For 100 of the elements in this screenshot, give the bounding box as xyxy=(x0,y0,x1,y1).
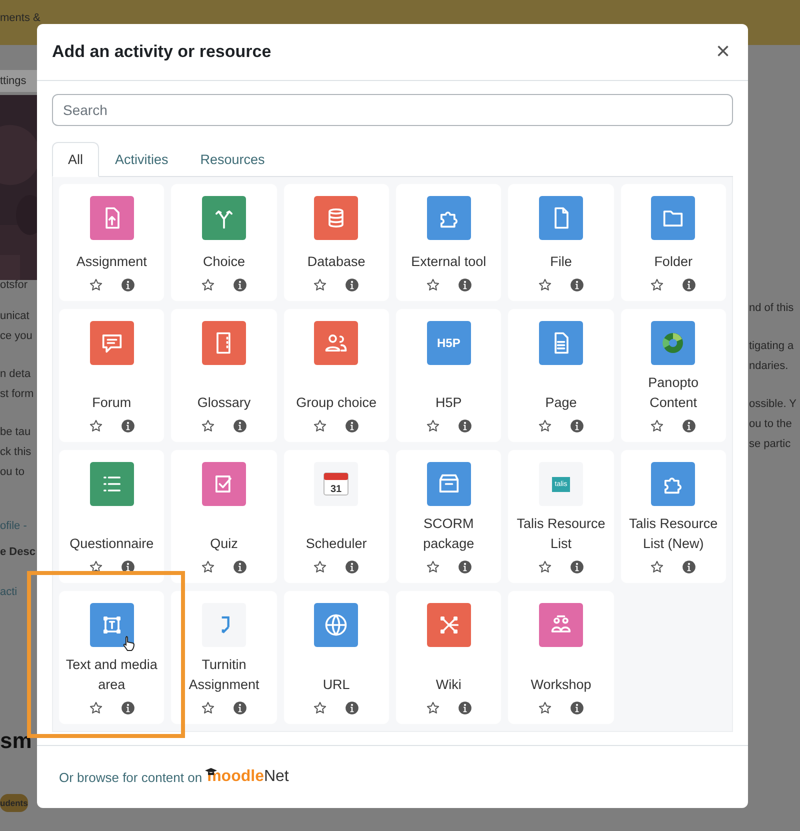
page-text: otsfor xyxy=(0,278,29,293)
activity-card[interactable]: Talis Resource List (New) xyxy=(620,450,726,583)
star-icon[interactable] xyxy=(650,560,664,574)
activity-card[interactable]: Workshop xyxy=(508,591,614,724)
info-icon[interactable] xyxy=(570,701,584,715)
star-icon[interactable] xyxy=(426,278,440,292)
info-icon[interactable] xyxy=(570,419,584,433)
page-text: ofile - xyxy=(0,519,28,534)
info-icon[interactable] xyxy=(120,278,135,292)
activity-name: Turnitin Assignment xyxy=(188,656,260,694)
star-icon[interactable] xyxy=(200,701,215,715)
activity-card[interactable]: Group choice xyxy=(284,309,389,442)
star-icon[interactable] xyxy=(650,278,664,292)
activity-name: External tool xyxy=(411,253,486,271)
info-icon[interactable] xyxy=(120,560,135,574)
info-icon[interactable] xyxy=(682,419,696,433)
tab[interactable]: Activities xyxy=(99,142,184,177)
info-icon[interactable] xyxy=(345,278,360,292)
activity-card[interactable]: Wiki xyxy=(396,591,502,724)
star-icon[interactable] xyxy=(88,560,103,574)
page-text: tigating a xyxy=(749,339,795,354)
activity-card[interactable]: Quiz xyxy=(171,450,277,583)
activity-card[interactable]: Text and media area xyxy=(59,591,164,724)
info-icon[interactable] xyxy=(232,701,247,715)
search-field[interactable]: Search xyxy=(52,94,733,126)
star-icon[interactable] xyxy=(538,419,552,433)
info-icon[interactable] xyxy=(570,278,584,292)
tab[interactable]: Resources xyxy=(184,142,281,177)
moodlenet-link[interactable]: moodleNet xyxy=(207,768,289,786)
activity-card[interactable]: External tool xyxy=(396,184,502,301)
page-text: ou to xyxy=(0,465,26,480)
star-icon[interactable] xyxy=(88,701,103,715)
activity-card[interactable]: Choice xyxy=(171,184,277,301)
info-icon[interactable] xyxy=(232,419,247,433)
star-icon[interactable] xyxy=(313,560,328,574)
page-text: ossible. Y xyxy=(749,397,798,412)
activity-name: Forum xyxy=(92,394,132,412)
activity-card[interactable]: Page xyxy=(508,309,614,442)
star-icon[interactable] xyxy=(426,560,440,574)
info-icon[interactable] xyxy=(570,560,584,574)
info-icon[interactable] xyxy=(345,419,360,433)
activity-name: Scheduler xyxy=(306,535,367,553)
activity-name: URL xyxy=(322,676,350,694)
page-text: ce you xyxy=(0,329,34,344)
info-icon[interactable] xyxy=(232,278,247,292)
star-icon[interactable] xyxy=(650,419,664,433)
activity-card[interactable]: Panopto Content xyxy=(620,309,726,442)
activity-card[interactable]: Folder xyxy=(620,184,726,301)
activity-card[interactable]: SCORM package xyxy=(396,450,502,583)
activity-name: Group choice xyxy=(296,394,376,412)
info-icon[interactable] xyxy=(682,560,696,574)
star-icon[interactable] xyxy=(426,701,440,715)
hand-cursor-icon xyxy=(122,635,136,651)
info-icon[interactable] xyxy=(345,560,360,574)
activity-card[interactable]: URL xyxy=(284,591,389,724)
activity-name: Talis Resource List xyxy=(516,515,606,553)
activity-card[interactable]: 31 Scheduler xyxy=(284,450,389,583)
info-icon[interactable] xyxy=(345,701,360,715)
close-button[interactable]: × xyxy=(712,40,734,64)
info-icon[interactable] xyxy=(232,560,247,574)
star-icon[interactable] xyxy=(200,560,215,574)
activity-card[interactable]: Assignment xyxy=(59,184,164,301)
star-icon[interactable] xyxy=(313,701,328,715)
activity-name: Folder xyxy=(654,253,692,271)
activity-icon: H5P xyxy=(426,321,471,365)
activity-card[interactable]: Questionnaire xyxy=(59,450,164,583)
tab[interactable]: All xyxy=(52,142,100,177)
page-text: be tau xyxy=(0,425,32,440)
star-icon[interactable] xyxy=(200,278,215,292)
info-icon[interactable] xyxy=(682,278,696,292)
page-text: ou to the xyxy=(749,417,793,432)
info-icon[interactable] xyxy=(120,701,135,715)
activity-name: Wiki xyxy=(436,676,462,694)
activity-card[interactable]: Database xyxy=(284,184,389,301)
page-text: sm xyxy=(0,728,33,754)
star-icon[interactable] xyxy=(200,419,215,433)
activity-name: Choice xyxy=(202,253,245,271)
info-icon[interactable] xyxy=(120,419,135,433)
star-icon[interactable] xyxy=(538,278,552,292)
star-icon[interactable] xyxy=(313,278,328,292)
star-icon[interactable] xyxy=(88,419,103,433)
info-icon[interactable] xyxy=(458,701,472,715)
activity-card[interactable]: File xyxy=(508,184,614,301)
star-icon[interactable] xyxy=(88,278,103,292)
star-icon[interactable] xyxy=(426,419,440,433)
activity-card[interactable]: H5P H5P xyxy=(396,309,502,442)
activity-card[interactable]: Glossary xyxy=(171,309,277,442)
page-text: ndaries. xyxy=(749,359,790,374)
activity-name: SCORM package xyxy=(422,515,476,553)
info-icon[interactable] xyxy=(458,560,472,574)
info-icon[interactable] xyxy=(458,419,472,433)
breadcrumb-text: ments & xyxy=(0,11,42,26)
star-icon[interactable] xyxy=(538,560,552,574)
dialog-title: Add an activity or resource xyxy=(52,42,272,62)
page-text: nd of this xyxy=(749,301,795,316)
activity-card[interactable]: Turnitin Assignment xyxy=(171,591,277,724)
activity-card[interactable]: Forum xyxy=(59,309,164,442)
info-icon[interactable] xyxy=(458,278,472,292)
star-icon[interactable] xyxy=(313,419,328,433)
star-icon[interactable] xyxy=(538,701,552,715)
